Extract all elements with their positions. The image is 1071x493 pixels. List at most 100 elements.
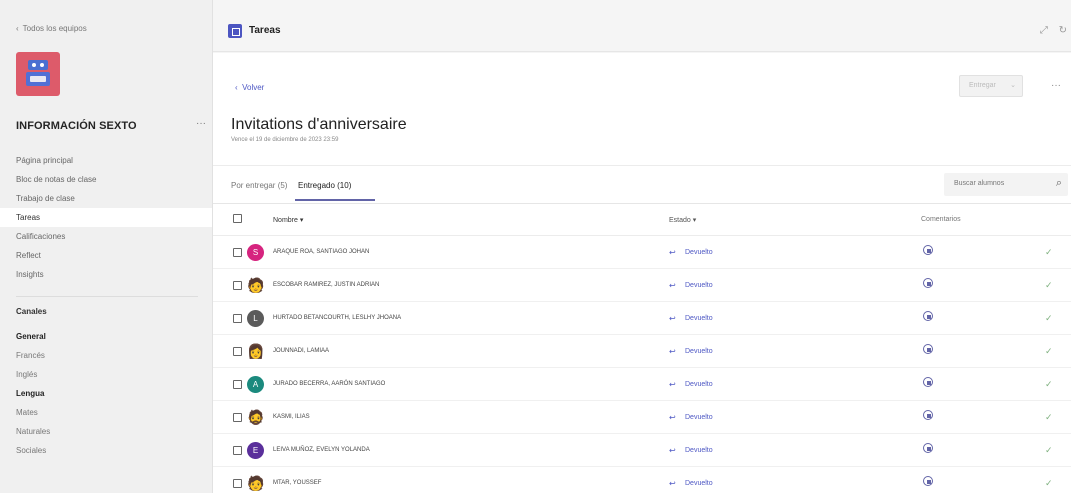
app-header: Tareas ⤢ ↻ bbox=[213, 0, 1071, 52]
tab-submitted[interactable]: Entregado (10) bbox=[298, 181, 351, 190]
back-link[interactable]: ‹ Volver bbox=[235, 83, 264, 92]
comment-icon[interactable] bbox=[923, 410, 933, 420]
student-name[interactable]: HURTADO BETANCOURTH, LESLHY JHOANA bbox=[273, 315, 401, 321]
table-header: Nombre ▾ Estado ▾ Comentarios bbox=[213, 204, 1071, 236]
student-search-input[interactable]: Buscar alumnos ⌕ bbox=[944, 173, 1068, 196]
channel-item[interactable]: General bbox=[0, 327, 212, 346]
student-name[interactable]: MTAR, YOUSSEF bbox=[273, 480, 321, 486]
row-checkbox[interactable] bbox=[233, 314, 242, 323]
table-row[interactable]: 🧔 KASMI, ILIAS ↩ Devuelto ✓ bbox=[213, 401, 1071, 434]
comment-icon[interactable] bbox=[923, 344, 933, 354]
check-icon: ✓ bbox=[1045, 379, 1053, 389]
refresh-icon[interactable]: ↻ bbox=[1059, 25, 1067, 36]
team-nav: Página principal Bloc de notas de clase Tr… bbox=[0, 151, 212, 284]
comment-icon[interactable] bbox=[923, 245, 933, 255]
submit-button[interactable]: Entregar ⌄ bbox=[959, 75, 1023, 97]
status-text: Devuelto bbox=[685, 282, 713, 289]
table-row[interactable]: 🧑 ESCOBAR RAMIREZ, JUSTIN ADRIAN ↩ Devuelto… bbox=[213, 269, 1071, 302]
sidebar-item-bloc-de-notas-de-clase[interactable]: Bloc de notas de clase bbox=[0, 170, 212, 189]
app-title: Tareas bbox=[249, 25, 281, 36]
student-name[interactable]: ESCOBAR RAMIREZ, JUSTIN ADRIAN bbox=[273, 282, 379, 288]
returned-icon: ↩ bbox=[669, 413, 676, 422]
student-name[interactable]: ARAQUE ROA, SANTIAGO JOHAN bbox=[273, 249, 369, 255]
avatar: 🧑 bbox=[247, 277, 265, 293]
status-text: Devuelto bbox=[685, 480, 713, 487]
status-text: Devuelto bbox=[685, 315, 713, 322]
avatar: 🧑 bbox=[247, 475, 265, 491]
check-icon: ✓ bbox=[1045, 412, 1053, 422]
returned-icon: ↩ bbox=[669, 479, 676, 488]
divider bbox=[16, 296, 198, 297]
due-date: Vence el 19 de diciembre de 2023 23:59 bbox=[231, 137, 339, 143]
check-icon: ✓ bbox=[1045, 346, 1053, 356]
select-all-checkbox[interactable] bbox=[233, 214, 242, 223]
sidebar-item-insights[interactable]: Insights bbox=[0, 265, 212, 284]
channel-item[interactable]: Lengua bbox=[0, 384, 212, 403]
row-checkbox[interactable] bbox=[233, 446, 242, 455]
row-checkbox[interactable] bbox=[233, 347, 242, 356]
channel-item[interactable]: Mates bbox=[0, 403, 212, 422]
channels-title: Canales bbox=[16, 307, 47, 316]
column-status[interactable]: Estado ▾ bbox=[669, 216, 696, 224]
back-to-teams-link[interactable]: ‹ Todos los equipos bbox=[16, 24, 87, 33]
search-icon[interactable]: ⌕ bbox=[1056, 177, 1062, 190]
table-row[interactable]: 👩 JOUNNADI, LAMIAA ↩ Devuelto ✓ bbox=[213, 335, 1071, 368]
returned-icon: ↩ bbox=[669, 314, 676, 323]
sidebar-item-reflect[interactable]: Reflect bbox=[0, 246, 212, 265]
returned-icon: ↩ bbox=[669, 347, 676, 356]
student-name[interactable]: JURADO BECERRA, AARÓN SANTIAGO bbox=[273, 381, 385, 387]
active-tab-indicator bbox=[295, 199, 375, 201]
student-name[interactable]: KASMI, ILIAS bbox=[273, 414, 310, 420]
comment-icon[interactable] bbox=[923, 377, 933, 387]
student-name[interactable]: LEIVA MUÑOZ, EVELYN YOLANDA bbox=[273, 447, 370, 453]
team-name: INFORMACIÓN SEXTO bbox=[16, 120, 137, 132]
check-icon: ✓ bbox=[1045, 280, 1053, 290]
check-icon: ✓ bbox=[1045, 445, 1053, 455]
avatar: S bbox=[247, 244, 264, 261]
divider bbox=[213, 165, 1071, 166]
sidebar-item-p-gina-principal[interactable]: Página principal bbox=[0, 151, 212, 170]
status-text: Devuelto bbox=[685, 348, 713, 355]
main-content: ‹ Volver Entregar ⌄ ··· Invitations d'an… bbox=[213, 53, 1071, 493]
team-more-button[interactable]: ··· bbox=[196, 118, 206, 129]
table-row[interactable]: E LEIVA MUÑOZ, EVELYN YOLANDA ↩ Devuelto ✓ bbox=[213, 434, 1071, 467]
row-checkbox[interactable] bbox=[233, 413, 242, 422]
expand-icon[interactable]: ⤢ bbox=[1040, 25, 1048, 36]
chevron-left-icon: ‹ bbox=[16, 24, 19, 33]
row-checkbox[interactable] bbox=[233, 281, 242, 290]
chevron-down-icon[interactable]: ⌄ bbox=[1010, 76, 1016, 96]
robot-icon bbox=[28, 60, 48, 70]
assignment-title: Invitations d'anniversaire bbox=[231, 116, 407, 133]
comment-icon[interactable] bbox=[923, 311, 933, 321]
returned-icon: ↩ bbox=[669, 380, 676, 389]
channel-item[interactable]: Sociales bbox=[0, 441, 212, 460]
comment-icon[interactable] bbox=[923, 278, 933, 288]
channel-list: General Francés Inglés Lengua Mates Naturales… bbox=[0, 327, 212, 460]
assignments-icon bbox=[228, 24, 242, 38]
status-text: Devuelto bbox=[685, 249, 713, 256]
column-comments: Comentarios bbox=[921, 216, 961, 223]
table-row[interactable]: S ARAQUE ROA, SANTIAGO JOHAN ↩ Devuelto ✓ bbox=[213, 236, 1071, 269]
check-icon: ✓ bbox=[1045, 313, 1053, 323]
row-checkbox[interactable] bbox=[233, 380, 242, 389]
sidebar-item-calificaciones[interactable]: Calificaciones bbox=[0, 227, 212, 246]
comment-icon[interactable] bbox=[923, 476, 933, 486]
table-row[interactable]: L HURTADO BETANCOURTH, LESLHY JHOANA ↩ Devu… bbox=[213, 302, 1071, 335]
table-row[interactable]: 🧑 MTAR, YOUSSEF ↩ Devuelto ✓ bbox=[213, 467, 1071, 493]
row-checkbox[interactable] bbox=[233, 248, 242, 257]
student-name[interactable]: JOUNNADI, LAMIAA bbox=[273, 348, 329, 354]
column-name[interactable]: Nombre ▾ bbox=[273, 216, 303, 224]
comment-icon[interactable] bbox=[923, 443, 933, 453]
avatar: L bbox=[247, 310, 264, 327]
channel-item[interactable]: Naturales bbox=[0, 422, 212, 441]
sidebar-item-trabajo-de-clase[interactable]: Trabajo de clase bbox=[0, 189, 212, 208]
more-options-button[interactable]: ··· bbox=[1051, 80, 1061, 91]
check-icon: ✓ bbox=[1045, 247, 1053, 257]
tab-pending[interactable]: Por entregar (5) bbox=[231, 181, 287, 190]
channel-item[interactable]: Inglés bbox=[0, 365, 212, 384]
channel-item[interactable]: Francés bbox=[0, 346, 212, 365]
sidebar-item-tareas[interactable]: Tareas bbox=[0, 208, 212, 227]
avatar: 👩 bbox=[247, 343, 265, 359]
row-checkbox[interactable] bbox=[233, 479, 242, 488]
table-row[interactable]: A JURADO BECERRA, AARÓN SANTIAGO ↩ Devuelto… bbox=[213, 368, 1071, 401]
